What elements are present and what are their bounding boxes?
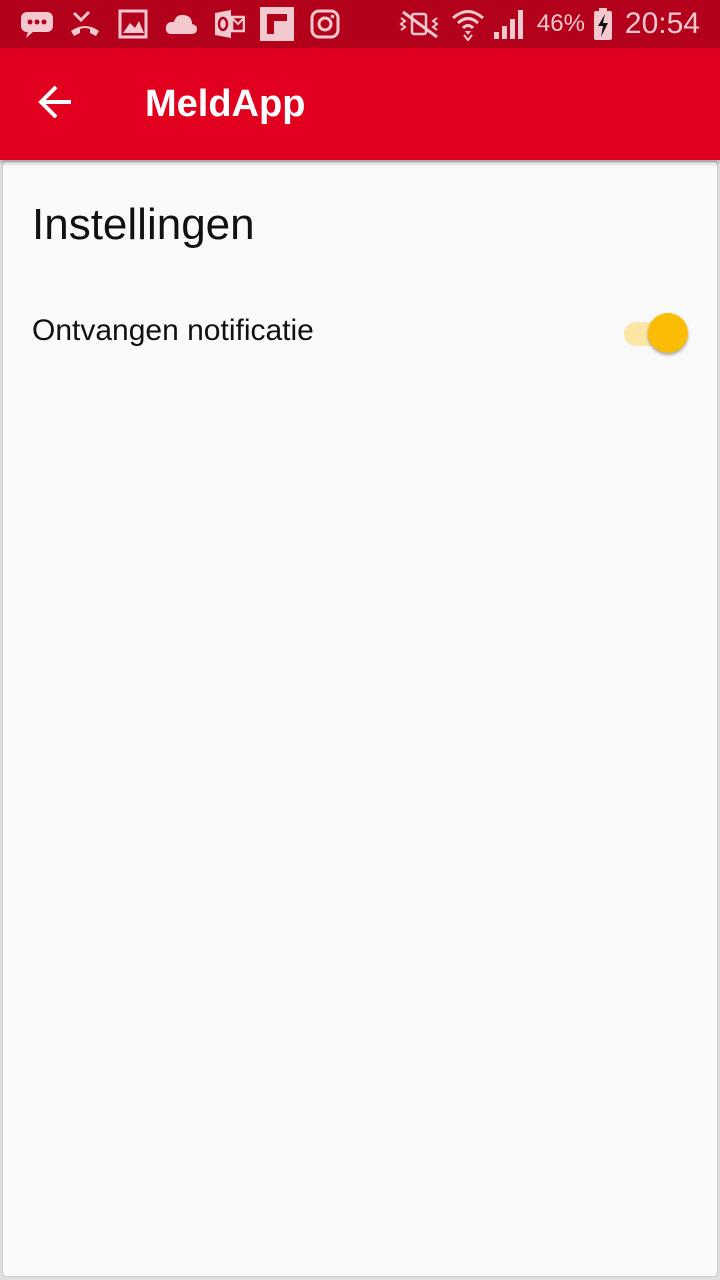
messages-icon [18, 7, 56, 41]
toggle-thumb [648, 313, 688, 353]
missed-call-icon [66, 7, 104, 41]
notification-icons [18, 0, 354, 48]
status-time: 20:54 [624, 7, 700, 40]
outlook-icon [210, 7, 248, 41]
gallery-icon [114, 7, 152, 41]
page-title: Instellingen [32, 200, 255, 249]
battery-percentage: 46% [536, 10, 585, 37]
setting-label: Ontvangen notificatie [32, 314, 314, 347]
wifi-icon [451, 7, 485, 41]
vibrate-mute-icon [397, 7, 443, 41]
arrow-back-icon [38, 84, 74, 125]
settings-card: Instellingen Ontvangen notificatie [3, 162, 717, 1276]
battery-charging-icon [593, 7, 613, 41]
back-button[interactable] [28, 76, 84, 132]
signal-icon [493, 7, 527, 41]
app-title: MeldApp [145, 83, 306, 125]
cloud-icon [162, 7, 200, 41]
notification-toggle[interactable] [620, 310, 692, 354]
instagram-icon [306, 7, 344, 41]
app-bar: MeldApp [0, 48, 720, 160]
flipboard-icon [258, 7, 296, 41]
system-icons: 46% 20:54 [389, 0, 700, 48]
setting-row-notifications[interactable]: Ontvangen notificatie [32, 302, 692, 362]
status-bar: 46% 20:54 [0, 0, 720, 48]
